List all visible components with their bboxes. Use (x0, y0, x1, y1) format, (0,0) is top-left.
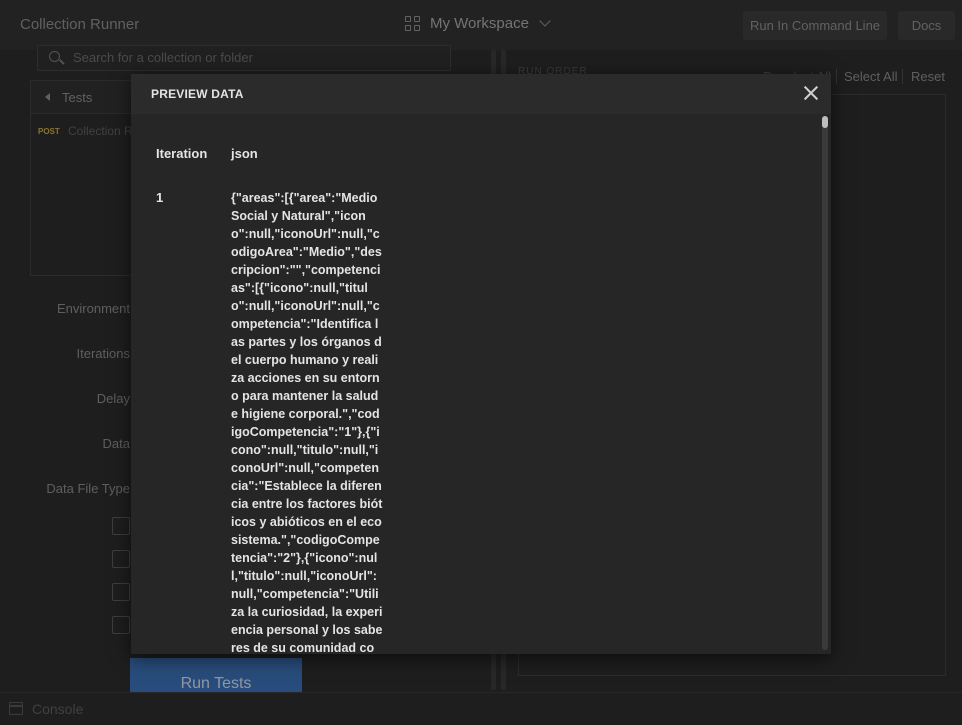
modal-title: PREVIEW DATA (151, 87, 244, 101)
column-header-json: json (231, 146, 258, 161)
preview-data-modal: PREVIEW DATA Iteration json 1 {"areas":[… (131, 74, 831, 654)
modal-scrollbar[interactable] (822, 116, 828, 650)
close-icon[interactable] (802, 84, 820, 102)
scrollbar-thumb[interactable] (822, 116, 828, 128)
column-header-iteration: Iteration (156, 146, 208, 161)
modal-header: PREVIEW DATA (131, 74, 831, 114)
json-cell: {"areas":[{"area":"Medio Social y Natura… (231, 191, 383, 654)
iteration-cell: 1 (156, 190, 164, 205)
